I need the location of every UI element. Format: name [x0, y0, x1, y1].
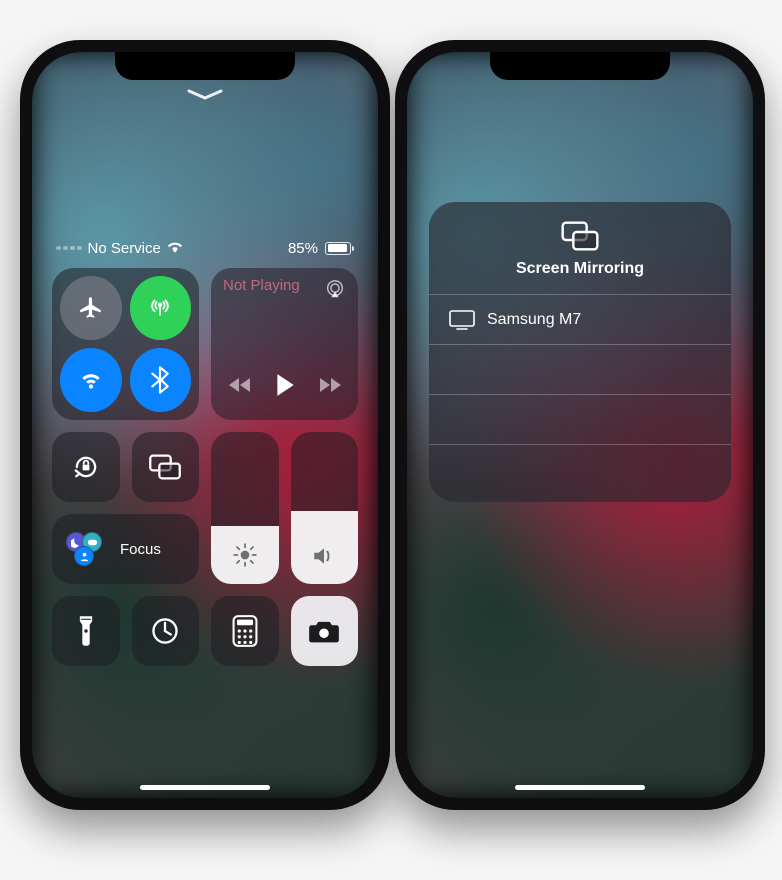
wifi-icon — [78, 367, 104, 393]
notch — [115, 52, 295, 80]
calculator-icon — [232, 615, 258, 647]
focus-button[interactable]: Focus — [52, 514, 199, 584]
mirror-empty-row — [429, 394, 731, 444]
home-indicator[interactable] — [140, 785, 270, 790]
flashlight-icon — [77, 615, 95, 647]
tv-icon — [449, 310, 475, 330]
notch-r — [490, 52, 670, 80]
camera-icon — [308, 618, 340, 644]
mirror-device-name: Samsung M7 — [487, 311, 581, 329]
mirror-header: Screen Mirroring — [429, 220, 731, 294]
collapse-grabber[interactable] — [187, 88, 223, 106]
screen-bezel-r: Screen Mirroring Samsung M7 — [407, 52, 753, 798]
media-title: Not Playing — [223, 278, 300, 295]
airplay-audio-icon — [324, 278, 346, 300]
forward-button[interactable] — [318, 376, 342, 399]
mirror-device-row[interactable]: Samsung M7 — [429, 294, 731, 344]
screen-mirror-icon — [560, 220, 600, 252]
focus-label: Focus — [120, 541, 161, 558]
airplane-mode-toggle[interactable] — [60, 276, 122, 340]
media-tile[interactable]: Not Playing — [211, 268, 358, 420]
personal-focus-icon — [74, 546, 94, 566]
connectivity-tile[interactable] — [52, 268, 199, 420]
brightness-icon — [232, 542, 258, 568]
phone-right: Screen Mirroring Samsung M7 — [395, 40, 765, 810]
orientation-lock-button[interactable] — [52, 432, 120, 502]
battery-icon — [324, 242, 354, 255]
home-indicator[interactable] — [515, 785, 645, 790]
control-center-screen: No Service 85% — [32, 52, 378, 798]
bluetooth-toggle[interactable] — [130, 348, 192, 412]
volume-slider[interactable] — [291, 432, 359, 584]
brightness-fill — [211, 526, 279, 584]
phone-left: No Service 85% — [20, 40, 390, 810]
network-status-label: No Service — [88, 240, 161, 257]
cellular-antenna-icon — [147, 295, 173, 321]
control-center-grid: Not Playing — [52, 268, 358, 666]
screen-bezel: No Service 85% — [32, 52, 378, 798]
timer-button[interactable] — [132, 596, 200, 666]
comparison-stage: No Service 85% — [0, 0, 782, 880]
screen-mirror-button[interactable] — [132, 432, 200, 502]
mirror-title: Screen Mirroring — [516, 260, 644, 278]
rotation-lock-icon — [70, 451, 102, 483]
brightness-slider[interactable] — [211, 432, 279, 584]
wifi-status-icon — [167, 242, 183, 254]
airplane-icon — [78, 295, 104, 321]
wifi-toggle[interactable] — [60, 348, 122, 412]
focus-icons-stack — [66, 532, 110, 566]
battery-percent-label: 85% — [288, 240, 318, 257]
screen-mirror-icon — [148, 453, 182, 481]
media-controls — [228, 373, 342, 402]
battery-fill — [328, 244, 347, 252]
mirror-empty-row — [429, 444, 731, 494]
calculator-button[interactable] — [211, 596, 279, 666]
play-button[interactable] — [274, 373, 296, 402]
timer-icon — [150, 616, 180, 646]
cellular-toggle[interactable] — [130, 276, 192, 340]
camera-button[interactable] — [291, 596, 359, 666]
signal-dots — [56, 246, 82, 251]
volume-fill — [291, 511, 359, 584]
status-bar: No Service 85% — [56, 237, 354, 259]
rewind-button[interactable] — [228, 376, 252, 399]
volume-icon — [311, 544, 337, 568]
flashlight-button[interactable] — [52, 596, 120, 666]
mirror-empty-row — [429, 344, 731, 394]
bluetooth-icon — [149, 366, 171, 394]
screen-mirroring-panel[interactable]: Screen Mirroring Samsung M7 — [429, 202, 731, 502]
